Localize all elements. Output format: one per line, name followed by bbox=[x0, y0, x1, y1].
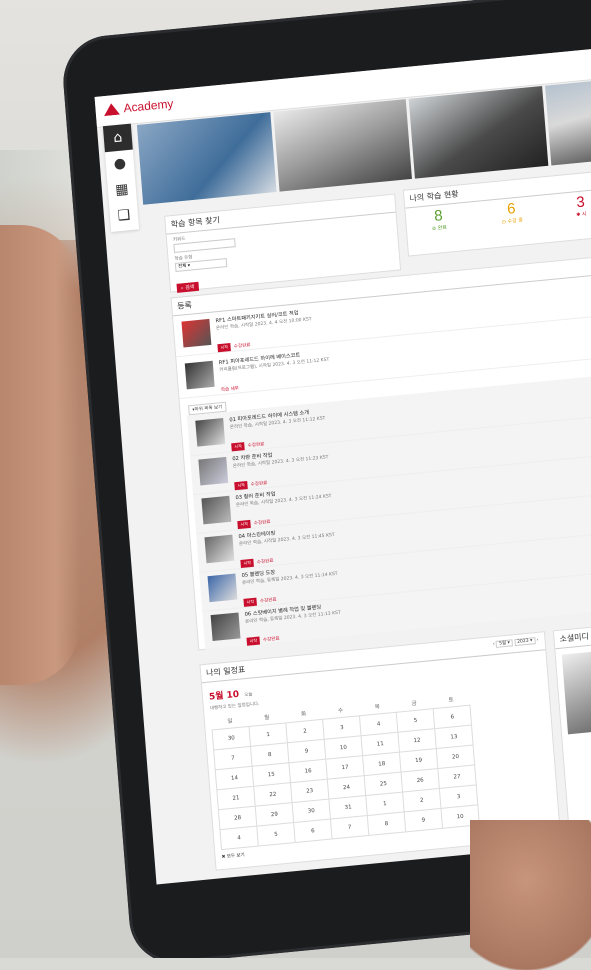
search-button-label: 검색 bbox=[185, 284, 195, 292]
completed-stat[interactable]: 8 ⊘ 완료 bbox=[430, 207, 447, 232]
sublist: 01 피아포레드드 하이메 시스템 소개 온라인 학습, 시작일 2023. 4… bbox=[186, 370, 591, 650]
banner-photo-4 bbox=[544, 72, 591, 166]
banner-photo-1 bbox=[136, 112, 277, 205]
calendar-day[interactable]: 6 bbox=[293, 819, 333, 843]
required-count: 3 bbox=[575, 193, 586, 212]
calendar-day[interactable]: 9 bbox=[404, 808, 443, 832]
sidebar-library[interactable]: ❑ bbox=[109, 201, 139, 230]
tablet-device: Academy ⌂ ● ▦ ❑ 학습 항목 찾기 키워드 학습 유형 전체 ▾ … bbox=[60, 0, 591, 958]
in-progress-stat[interactable]: 6 ◷ 수강 중 bbox=[500, 199, 523, 225]
right-thumb bbox=[470, 820, 591, 970]
completed-count: 8 bbox=[433, 207, 444, 225]
registration-panel: 등록 RF1 스마트패키지키트 실러/코트 적업 온라인 학습, 시작일 202… bbox=[170, 251, 591, 651]
sidebar-profile[interactable]: ● bbox=[105, 150, 135, 179]
in-progress-label: ◷ 수강 중 bbox=[501, 217, 524, 226]
search-button[interactable]: ⌕ 검색 bbox=[176, 281, 199, 293]
calendar-day[interactable]: 4 bbox=[219, 826, 259, 850]
brand-mark-icon bbox=[103, 103, 120, 116]
required-stat[interactable]: 3 ✱ 시 bbox=[575, 193, 587, 218]
calendar-icon: ▦ bbox=[114, 181, 130, 199]
banner-photo-2 bbox=[272, 99, 413, 192]
banner-photo-3 bbox=[408, 86, 549, 179]
learning-status-panel: 나의 학습 현황 8 ⊘ 완료 6 ◷ 수강 중 3 ✱ 시 bbox=[402, 166, 591, 257]
completed-label-text: 완료 bbox=[437, 224, 448, 232]
course-thumbnail bbox=[184, 360, 215, 390]
course-thumbnail bbox=[207, 573, 238, 603]
sidebar-home[interactable]: ⌂ bbox=[102, 123, 133, 153]
course-thumbnail bbox=[195, 418, 226, 447]
social-media-panel: 소셜미디 bbox=[552, 618, 591, 837]
calendar-day[interactable]: 8 bbox=[367, 811, 406, 836]
completed-label: ⊘ 완료 bbox=[431, 224, 448, 233]
next-month-button[interactable]: › bbox=[537, 638, 539, 643]
user-icon: ● bbox=[113, 155, 127, 173]
tablet-wrap: Academy ⌂ ● ▦ ❑ 학습 항목 찾기 키워드 학습 유형 전체 ▾ … bbox=[0, 0, 591, 958]
in-progress-count: 6 bbox=[506, 200, 517, 218]
calendar-day[interactable]: 5 bbox=[256, 822, 296, 847]
details-link[interactable]: 학습 세부 bbox=[221, 386, 239, 393]
tablet-screen: Academy ⌂ ● ▦ ❑ 학습 항목 찾기 키워드 학습 유형 전체 ▾ … bbox=[94, 27, 591, 885]
required-label-text: 시 bbox=[581, 211, 587, 218]
calendar-date-heading: 5월 10 bbox=[208, 689, 240, 703]
type-select-value: 전체 bbox=[177, 263, 187, 270]
course-thumbnail bbox=[210, 612, 241, 642]
course-thumbnail bbox=[198, 456, 229, 486]
calendar-weekday: 오늘 bbox=[244, 692, 253, 699]
home-icon: ⌂ bbox=[112, 129, 123, 147]
view-all-label: 모두 보기 bbox=[226, 852, 245, 860]
course-thumbnail bbox=[181, 318, 212, 348]
month-select-value: 5월 bbox=[498, 640, 507, 647]
required-label: ✱ 시 bbox=[576, 211, 587, 219]
book-icon: ❑ bbox=[117, 207, 131, 225]
start-button[interactable]: 시작 bbox=[246, 636, 261, 646]
start-button[interactable]: 시작 bbox=[217, 342, 232, 353]
logo-text: Academy bbox=[122, 96, 174, 116]
prev-month-button[interactable]: ‹ bbox=[493, 642, 495, 647]
social-media-image[interactable] bbox=[561, 643, 591, 735]
completed-status: 수강완료 bbox=[262, 636, 280, 644]
calendar-grid: 일 월 화 수 목 금 토 30 1 2 3 4 5 6 7 8 9 10 11 12 13 14 15 1… bbox=[210, 691, 480, 851]
completed-status: 수강완료 bbox=[233, 343, 251, 350]
course-thumbnail bbox=[201, 495, 232, 525]
calendar-day[interactable]: 7 bbox=[330, 815, 369, 839]
in-progress-label-text: 수강 중 bbox=[507, 217, 524, 225]
course-thumbnail bbox=[204, 534, 235, 564]
sidebar: ⌂ ● ▦ ❑ bbox=[102, 123, 140, 232]
sidebar-calendar[interactable]: ▦ bbox=[107, 175, 137, 204]
academy-logo[interactable]: Academy bbox=[103, 96, 174, 117]
year-select-value: 2023 bbox=[517, 638, 529, 645]
social-title: 소셜미디 bbox=[553, 619, 591, 650]
